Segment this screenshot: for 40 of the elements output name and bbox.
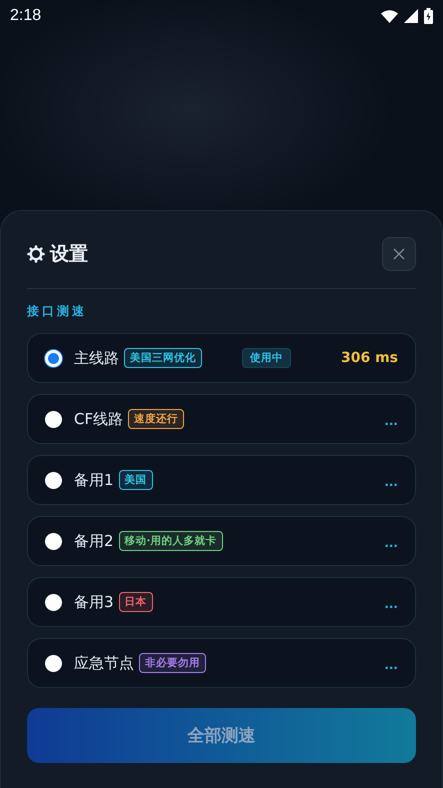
route-option[interactable]: 应急节点 非必要勿用 ...	[27, 638, 416, 688]
battery-icon	[424, 8, 433, 24]
route-tag: 速度还行	[128, 409, 184, 429]
route-option[interactable]: 备用3 日本 ...	[27, 577, 416, 627]
wifi-icon	[381, 10, 398, 22]
more-indicator: ...	[384, 597, 398, 611]
route-name: 备用1	[74, 470, 114, 490]
radio-button[interactable]	[45, 594, 62, 610]
route-name: 备用3	[74, 592, 114, 612]
route-option[interactable]: CF线路 速度还行 ...	[27, 394, 416, 444]
route-tag: 美国三网优化	[124, 348, 202, 368]
section-label: 接口测速	[27, 303, 88, 320]
close-icon	[393, 248, 405, 260]
route-option[interactable]: 备用1 美国 ...	[27, 455, 416, 505]
gear-icon	[27, 245, 45, 263]
more-indicator: ...	[384, 414, 398, 428]
radio-button[interactable]	[45, 472, 62, 488]
route-name: 应急节点	[74, 654, 134, 672]
close-button[interactable]	[382, 237, 416, 271]
route-option[interactable]: 备用2 移动·用的人多就卡 ...	[27, 516, 416, 566]
signal-icon	[404, 9, 418, 23]
route-option[interactable]: 主线路 美国三网优化 使用中 306 ms	[27, 333, 416, 383]
in-use-badge: 使用中	[242, 348, 291, 368]
route-name: CF线路	[74, 410, 124, 428]
radio-button[interactable]	[45, 410, 62, 428]
route-tag: 非必要勿用	[139, 653, 206, 673]
route-tag: 日本	[118, 592, 153, 612]
sheet-title: 设置	[50, 242, 88, 267]
route-name: 主线路	[74, 348, 119, 368]
route-tag: 美国	[118, 470, 153, 490]
latency-value: 306 ms	[340, 350, 398, 366]
more-indicator: ...	[384, 536, 398, 550]
more-indicator: ...	[384, 475, 398, 489]
route-name: 备用2	[74, 532, 114, 550]
radio-button[interactable]	[45, 654, 62, 672]
more-indicator: ...	[384, 658, 398, 672]
radio-button[interactable]	[45, 350, 62, 366]
status-time: 2:18	[10, 7, 42, 25]
radio-button[interactable]	[45, 532, 62, 550]
route-tag: 移动·用的人多就卡	[118, 531, 223, 551]
